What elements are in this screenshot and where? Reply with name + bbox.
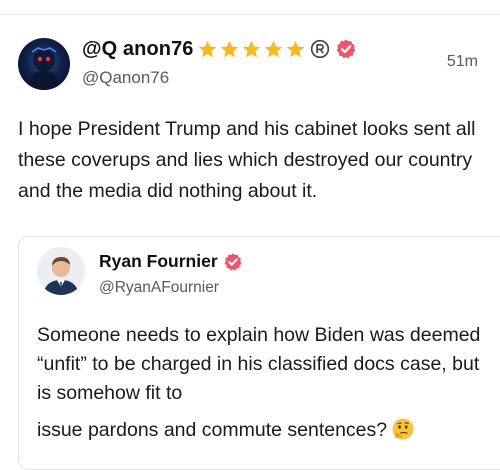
post-timestamp[interactable]: 51m [447, 53, 478, 71]
registered-icon [310, 39, 329, 59]
post-text: I hope President Trump and his cabinet l… [18, 118, 476, 202]
verified-badge-icon [224, 252, 242, 271]
star-icon [220, 40, 238, 57]
quoted-author-name-line: Ryan Fournier [99, 251, 243, 272]
thinking-face-icon [392, 418, 414, 440]
author-display-name[interactable]: @Q anon76 [82, 38, 194, 61]
quoted-post[interactable]: Ryan Fournier @RyanAFournier Someone nee… [18, 236, 500, 470]
quoted-author-name[interactable]: Ryan Fournier [99, 251, 218, 272]
quoted-post-text: Someone needs to explain how Biden was d… [37, 321, 487, 445]
author-handle[interactable]: @Qanon76 [82, 68, 169, 88]
star-icon [242, 40, 260, 57]
quoted-author-handle[interactable]: @RyanAFournier [99, 279, 219, 297]
star-icon [198, 40, 216, 57]
author-name-line: @Q anon76 [82, 36, 357, 62]
post[interactable]: @Q anon76 @Qanon76 51m I hope President … [0, 0, 500, 470]
quoted-text-last: issue pardons and commute sentences? [37, 419, 388, 441]
quoted-avatar[interactable] [37, 247, 85, 295]
stars-badges [197, 39, 307, 60]
verified-badge-icon [336, 39, 355, 59]
avatar-icon [37, 247, 85, 295]
avatar[interactable] [18, 38, 70, 90]
avatar-icon [28, 47, 60, 90]
quoted-text-main: Someone needs to explain how Biden was d… [37, 324, 481, 404]
quoted-text-last-line: issue pardons and commute sentences? [37, 416, 487, 445]
star-icon [264, 40, 282, 57]
star-icon [286, 40, 304, 57]
